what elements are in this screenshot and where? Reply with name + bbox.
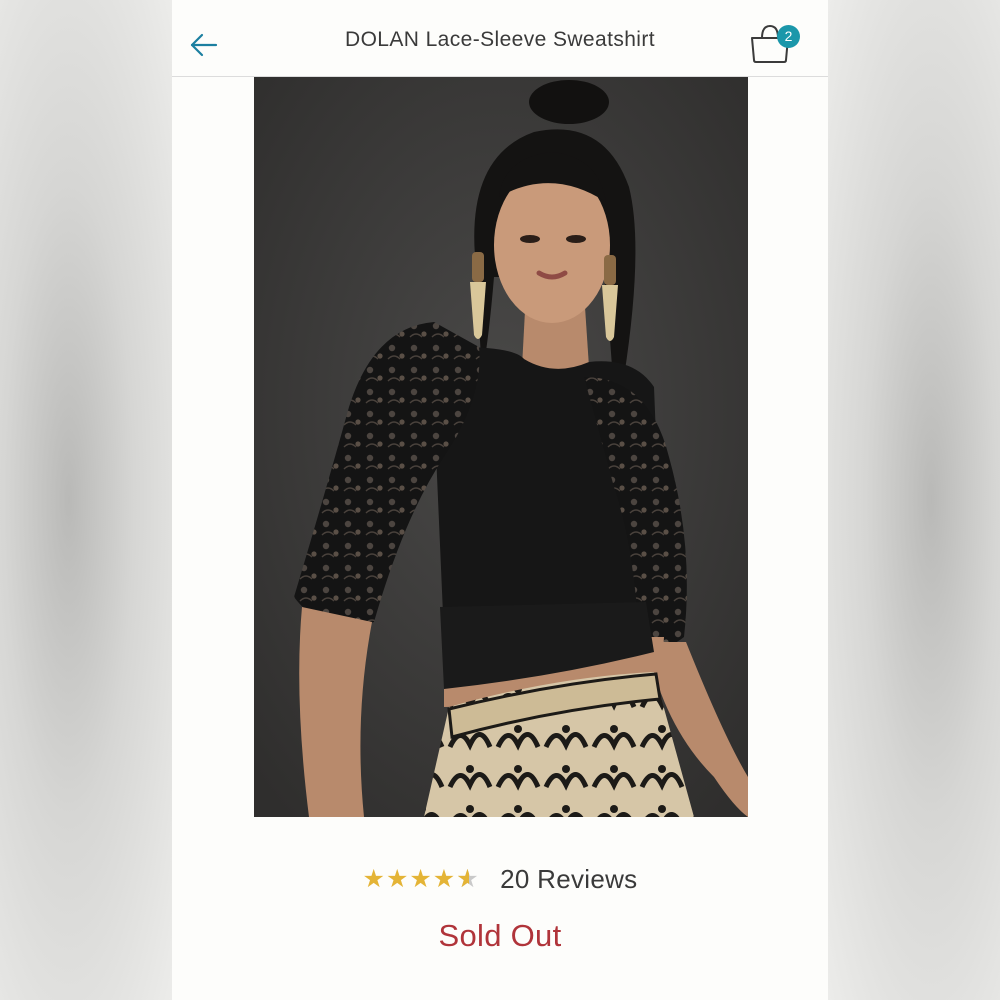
star-rating: ★★★★★ ★ [363, 862, 480, 896]
arrow-left-icon [190, 33, 218, 57]
back-button[interactable] [186, 28, 220, 62]
availability-status: Sold Out [438, 918, 562, 953]
star-icon: ★ [409, 865, 432, 893]
app-screen: DOLAN Lace-Sleeve Sweatshirt 2 ★★★★★ ★ 2… [172, 0, 828, 1000]
star-icon: ★ [385, 865, 409, 893]
star-icon: ★ [362, 865, 385, 893]
cart-count-badge: 2 [777, 25, 800, 48]
background-left [0, 0, 172, 1000]
star-icon: ★ [432, 865, 456, 893]
product-image[interactable] [254, 77, 748, 817]
half-star-icon: ★ ★ [456, 865, 479, 893]
reviews-link[interactable]: 20 Reviews [500, 864, 637, 895]
product-photo-illustration [254, 77, 748, 817]
page-title: DOLAN Lace-Sleeve Sweatshirt [345, 28, 655, 51]
rating-row: ★★★★★ ★ 20 Reviews [172, 862, 828, 896]
top-nav-bar: DOLAN Lace-Sleeve Sweatshirt 2 [172, 0, 828, 77]
background-right [828, 0, 1000, 1000]
